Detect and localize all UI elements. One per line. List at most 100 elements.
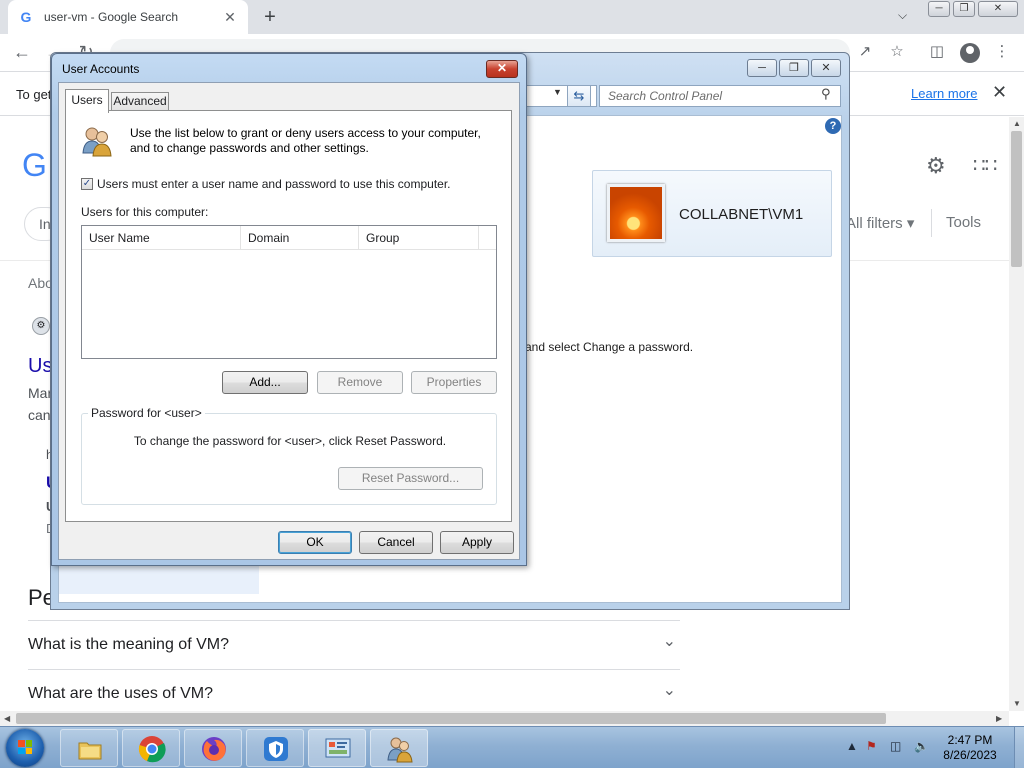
filter-divider xyxy=(931,209,932,237)
shield-icon xyxy=(264,737,288,761)
scroll-down-icon[interactable]: ▼ xyxy=(1013,699,1021,708)
taskbar-windows-explorer[interactable] xyxy=(60,729,118,767)
dialog-title: User Accounts xyxy=(62,62,140,76)
new-tab-button[interactable]: + xyxy=(260,5,280,29)
users-list-label: Users for this computer: xyxy=(81,205,209,219)
control-panel-icon xyxy=(325,738,351,758)
taskbar-firefox[interactable] xyxy=(184,729,242,767)
minimize-button[interactable]: ─ xyxy=(928,1,950,17)
tab-users[interactable]: Users xyxy=(65,89,109,113)
horizontal-scrollbar[interactable]: ◀ ▶ xyxy=(0,711,1009,726)
show-desktop-button[interactable] xyxy=(1014,727,1024,768)
show-hidden-icons-icon[interactable]: ▲ xyxy=(846,739,858,753)
user-accounts-icon xyxy=(387,737,413,763)
column-user-name[interactable]: User Name xyxy=(82,226,241,250)
network-icon[interactable]: ◫ xyxy=(890,739,901,753)
tab-title: user-vm - Google Search xyxy=(44,10,179,24)
horizontal-scroll-thumb[interactable] xyxy=(16,713,886,724)
result-favicon-icon: ⚙ xyxy=(32,317,50,335)
bookmark-star-icon[interactable]: ☆ xyxy=(888,43,906,61)
vertical-scroll-thumb[interactable] xyxy=(1011,131,1022,267)
result-snippet-line: can xyxy=(28,407,51,423)
vertical-scrollbar[interactable]: ▲ ▼ xyxy=(1009,117,1024,711)
scroll-right-icon[interactable]: ▶ xyxy=(996,714,1002,723)
ok-button[interactable]: OK xyxy=(278,531,352,554)
column-group[interactable]: Group xyxy=(359,226,479,250)
browser-tab[interactable]: G user-vm - Google Search ✕ xyxy=(8,0,248,34)
user-picture-flower[interactable] xyxy=(607,184,665,242)
system-clock[interactable]: 2:47 PM 8/26/2023 xyxy=(930,733,1010,763)
taskbar-user-accounts[interactable] xyxy=(370,729,428,767)
tab-close-icon[interactable]: ✕ xyxy=(222,9,238,26)
current-user-card: COLLABNET\VM1 xyxy=(592,170,832,257)
remove-button[interactable]: Remove xyxy=(317,371,403,394)
require-login-label: Users must enter a user name and passwor… xyxy=(97,177,451,191)
current-user-name: COLLABNET\VM1 xyxy=(679,206,804,223)
faq-question: What are the uses of VM? xyxy=(28,685,213,702)
reset-password-button[interactable]: Reset Password... xyxy=(338,467,483,490)
result-title-link[interactable]: Us xyxy=(28,355,52,378)
folder-icon xyxy=(78,742,102,760)
restore-button[interactable]: ❐ xyxy=(953,1,975,17)
close-window-button[interactable]: ✕ xyxy=(978,1,1018,17)
password-group-text: To change the password for <user>, click… xyxy=(133,434,447,448)
tab-advanced[interactable]: Advanced xyxy=(111,92,169,111)
side-panel-icon[interactable]: ◫ xyxy=(928,43,946,61)
share-icon[interactable]: ↗ xyxy=(856,43,874,61)
tab-search-chevron-icon[interactable]: ⌵ xyxy=(898,8,907,23)
search-icon[interactable]: ⚲ xyxy=(821,86,831,102)
cancel-button[interactable]: Cancel xyxy=(359,531,433,554)
minimize-button[interactable]: ─ xyxy=(747,59,777,77)
address-dropdown-icon[interactable]: ▼ xyxy=(553,87,562,97)
windows-logo-icon xyxy=(18,740,32,754)
firefox-icon xyxy=(202,737,226,761)
apply-button[interactable]: Apply xyxy=(440,531,514,554)
chevron-down-icon: ⌄ xyxy=(662,633,676,650)
window-caption-buttons: ─ ❐ ✕ xyxy=(747,59,841,77)
volume-muted-icon[interactable]: 🔈 xyxy=(914,739,929,753)
taskbar-security-app[interactable] xyxy=(246,729,304,767)
add-button[interactable]: Add... xyxy=(222,371,308,394)
require-login-checkbox-row[interactable]: ✓ Users must enter a user name and passw… xyxy=(81,177,451,191)
all-filters-label: All filters xyxy=(846,215,903,232)
learn-more-link[interactable]: Learn more xyxy=(911,86,977,101)
restore-button[interactable]: ❐ xyxy=(779,59,809,77)
back-arrow-icon[interactable]: ← xyxy=(12,42,32,62)
users-list[interactable]: User Name Domain Group xyxy=(81,225,497,359)
change-password-hint: and select Change a password. xyxy=(525,340,694,354)
scroll-left-icon[interactable]: ◀ xyxy=(4,714,10,723)
user-accounts-dialog: User Accounts ✕ Users Advanced Use the l… xyxy=(51,53,527,566)
kebab-menu-icon[interactable]: ⋮ xyxy=(993,43,1011,61)
dialog-close-icon[interactable]: ✕ xyxy=(486,60,518,78)
require-login-checkbox[interactable]: ✓ xyxy=(81,178,93,190)
apps-grid-icon[interactable]: ∷∷ xyxy=(973,153,997,178)
faq-question: What is the meaning of VM? xyxy=(28,636,229,653)
google-logo[interactable]: G xyxy=(22,147,47,184)
taskbar-google-chrome[interactable] xyxy=(122,729,180,767)
close-button[interactable]: ✕ xyxy=(811,59,841,77)
column-domain[interactable]: Domain xyxy=(241,226,359,250)
intro-text: Use the list below to grant or deny user… xyxy=(130,126,481,155)
start-button[interactable] xyxy=(6,729,44,767)
browser-tab-strip: G user-vm - Google Search ✕ + ⌵ ─ ❐ ✕ xyxy=(0,0,1024,34)
action-center-flag-icon[interactable]: ⚑ xyxy=(866,739,877,753)
settings-gear-icon[interactable]: ⚙ xyxy=(926,153,946,179)
clock-time: 2:47 PM xyxy=(947,733,993,747)
profile-avatar[interactable] xyxy=(960,43,980,63)
tools-button[interactable]: Tools xyxy=(946,214,981,231)
all-filters-button[interactable]: All filters ▾ xyxy=(846,214,914,232)
chevron-down-icon: ⌄ xyxy=(662,682,676,699)
refresh-icon[interactable]: ⇆ xyxy=(567,85,591,107)
taskbar-control-panel[interactable] xyxy=(308,729,366,767)
scroll-up-icon[interactable]: ▲ xyxy=(1013,119,1021,128)
clock-date: 8/26/2023 xyxy=(943,748,997,762)
info-bar-close-icon[interactable]: ✕ xyxy=(992,82,1007,103)
search-input[interactable]: Search Control Panel xyxy=(599,85,841,107)
faq-item[interactable]: What is the meaning of VM? ⌄ xyxy=(28,620,680,669)
faq-item[interactable]: What are the uses of VM? ⌄ xyxy=(28,669,680,711)
password-group: Password for <user> To change the passwo… xyxy=(81,406,497,505)
help-icon[interactable]: ? xyxy=(825,118,841,134)
info-bar-text: To get xyxy=(16,87,52,102)
properties-button[interactable]: Properties xyxy=(411,371,497,394)
google-favicon-icon: G xyxy=(20,9,32,25)
